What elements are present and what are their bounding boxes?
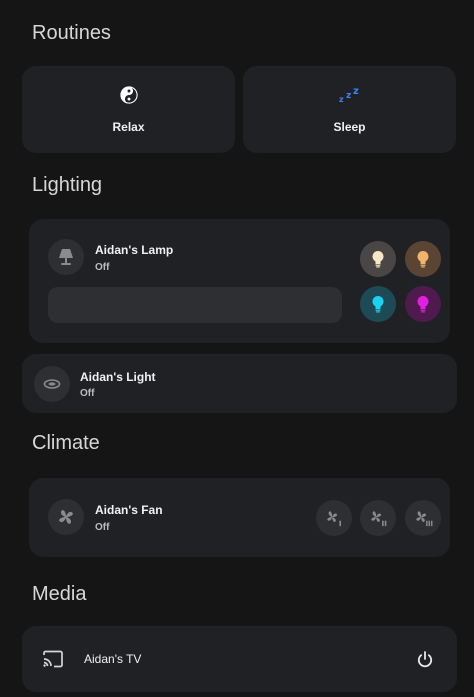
- fan-speed-1-icon: [327, 511, 342, 527]
- section-title-climate: Climate: [32, 432, 100, 454]
- svg-text:z: z: [346, 91, 351, 101]
- svg-text:z: z: [353, 86, 359, 97]
- fan-speed-2-icon: [371, 511, 387, 527]
- bulb-icon: [372, 251, 384, 268]
- fan-name: Aidan's Fan: [95, 503, 163, 517]
- tv-power-button[interactable]: [414, 648, 436, 670]
- routine-sleep-button[interactable]: z z z Sleep: [243, 66, 456, 153]
- fan-speed-2-button[interactable]: [360, 500, 396, 536]
- fan-state: Off: [95, 522, 110, 533]
- lamp-name: Aidan's Lamp: [95, 243, 174, 257]
- fan-card: Aidan's Fan Off: [29, 478, 450, 557]
- lamp-icon[interactable]: [48, 239, 84, 275]
- fan-speed-1-button[interactable]: [316, 500, 352, 536]
- bulb-icon: [372, 296, 384, 313]
- section-title-lighting: Lighting: [32, 174, 103, 196]
- power-icon: [417, 650, 433, 667]
- light-name: Aidan's Light: [80, 370, 156, 384]
- bulb-icon: [417, 296, 429, 313]
- fan-icon[interactable]: [48, 499, 84, 535]
- svg-text:z: z: [339, 95, 344, 104]
- lamp-brightness-slider[interactable]: [48, 287, 342, 323]
- ceiling-light-icon[interactable]: [34, 366, 70, 402]
- fan-speed-3-button[interactable]: [405, 500, 441, 536]
- routine-relax-label: Relax: [112, 119, 145, 134]
- cast-icon: [42, 650, 64, 673]
- bulb-icon: [417, 251, 429, 268]
- light-state: Off: [80, 388, 95, 399]
- fan-speed-3-icon: [416, 511, 433, 527]
- lamp-card: Aidan's Lamp Off: [29, 219, 450, 343]
- routine-relax-button[interactable]: Relax: [22, 66, 235, 153]
- sleep-zzz-icon: z z z: [339, 86, 361, 108]
- section-title-media: Media: [32, 583, 87, 605]
- color-preset-warm-orange-button[interactable]: [405, 241, 441, 277]
- routine-sleep-label: Sleep: [333, 119, 366, 134]
- lamp-state: Off: [95, 262, 110, 273]
- tv-card[interactable]: Aidan's TV: [22, 626, 457, 692]
- yin-yang-icon: [119, 85, 138, 108]
- color-preset-warm-white-button[interactable]: [360, 241, 396, 277]
- light-card[interactable]: Aidan's Light Off: [22, 354, 457, 413]
- color-preset-magenta-button[interactable]: [405, 286, 441, 322]
- color-preset-cyan-button[interactable]: [360, 286, 396, 322]
- section-title-routines: Routines: [32, 22, 111, 44]
- tv-name: Aidan's TV: [84, 652, 142, 666]
